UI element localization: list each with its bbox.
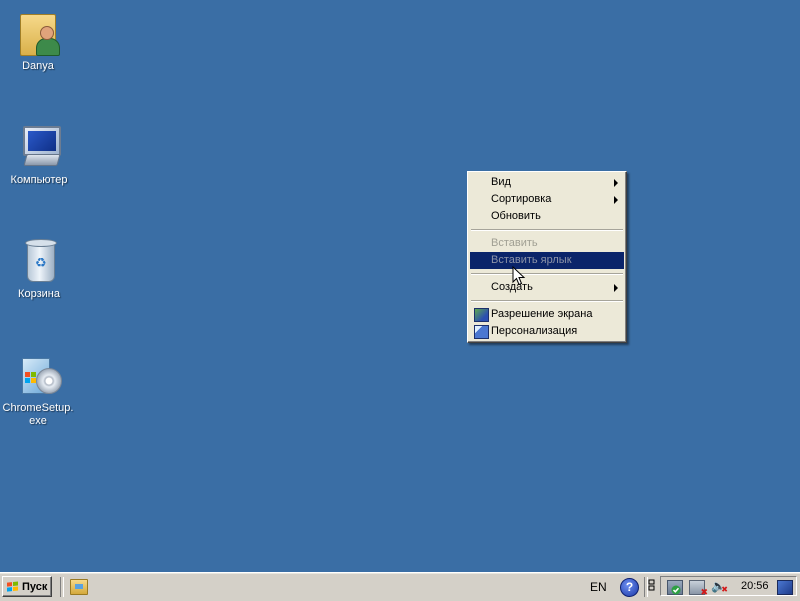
personalization-icon bbox=[474, 325, 489, 339]
windows-logo-icon bbox=[7, 581, 19, 593]
menu-item-label: Вставить ярлык bbox=[491, 254, 572, 266]
menu-item-view[interactable]: Вид bbox=[470, 174, 624, 191]
help-icon[interactable]: ? bbox=[620, 578, 639, 597]
desktop-icon-label: Danya bbox=[22, 60, 54, 72]
menu-item-label: Вставить bbox=[491, 237, 538, 249]
tray-expand-icon[interactable] bbox=[648, 579, 656, 593]
submenu-arrow-icon bbox=[614, 284, 618, 292]
menu-item-sort[interactable]: Сортировка bbox=[470, 191, 624, 208]
menu-separator bbox=[471, 273, 623, 275]
menu-item-label: Обновить bbox=[491, 210, 541, 222]
menu-item-label: Персонализация bbox=[491, 325, 578, 337]
menu-item-personalization[interactable]: Персонализация bbox=[470, 323, 624, 340]
desktop-context-menu: Вид Сортировка Обновить Вставить Вставит… bbox=[467, 171, 627, 343]
show-desktop-icon[interactable] bbox=[777, 580, 793, 595]
desktop-icon-label: Компьютер bbox=[10, 174, 68, 186]
user-folder-icon bbox=[14, 8, 62, 56]
menu-separator bbox=[471, 300, 623, 302]
installer-icon bbox=[14, 350, 62, 398]
desktop-icon-chromesetup[interactable]: ChromeSetup.exe bbox=[0, 350, 76, 428]
network-icon[interactable] bbox=[667, 580, 683, 595]
menu-item-label: Разрешение экрана bbox=[491, 308, 593, 320]
menu-item-new[interactable]: Создать bbox=[470, 279, 624, 296]
language-indicator[interactable]: EN bbox=[590, 573, 607, 601]
submenu-arrow-icon bbox=[614, 179, 618, 187]
menu-item-label: Вид bbox=[491, 176, 511, 188]
computer-icon bbox=[15, 122, 63, 170]
menu-item-label: Сортировка bbox=[491, 193, 552, 205]
menu-item-paste: Вставить bbox=[470, 235, 624, 252]
system-tray: 🔈 20:56 bbox=[660, 576, 797, 598]
menu-item-paste-shortcut: Вставить ярлык bbox=[470, 252, 624, 269]
explorer-quicklaunch-icon[interactable] bbox=[70, 579, 88, 595]
display-settings-icon bbox=[474, 308, 489, 322]
taskbar: Пуск EN ? 🔈 20:56 bbox=[0, 572, 800, 601]
start-button[interactable]: Пуск bbox=[2, 576, 52, 597]
desktop-icon-label: ChromeSetup.exe bbox=[2, 402, 74, 427]
menu-separator bbox=[471, 229, 623, 231]
security-alert-icon[interactable] bbox=[689, 580, 708, 598]
volume-muted-icon[interactable]: 🔈 bbox=[711, 580, 728, 597]
menu-item-label: Создать bbox=[491, 281, 533, 293]
desktop[interactable]: Danya Компьютер Корзина ChromeSetup.exe … bbox=[0, 0, 800, 572]
check-icon bbox=[671, 585, 681, 595]
submenu-arrow-icon bbox=[614, 196, 618, 204]
desktop-icon-recycle-bin[interactable]: Корзина bbox=[1, 236, 77, 301]
desktop-icon-label: Корзина bbox=[18, 288, 60, 300]
desktop-icon-danya[interactable]: Danya bbox=[0, 8, 76, 73]
menu-item-refresh[interactable]: Обновить bbox=[470, 208, 624, 225]
desktop-icon-computer[interactable]: Компьютер bbox=[1, 122, 77, 187]
menu-item-screen-resolution[interactable]: Разрешение экрана bbox=[470, 306, 624, 323]
taskbar-separator bbox=[60, 577, 64, 597]
clock[interactable]: 20:56 bbox=[741, 577, 769, 595]
start-label: Пуск bbox=[22, 581, 48, 593]
recycle-bin-icon bbox=[15, 236, 63, 284]
